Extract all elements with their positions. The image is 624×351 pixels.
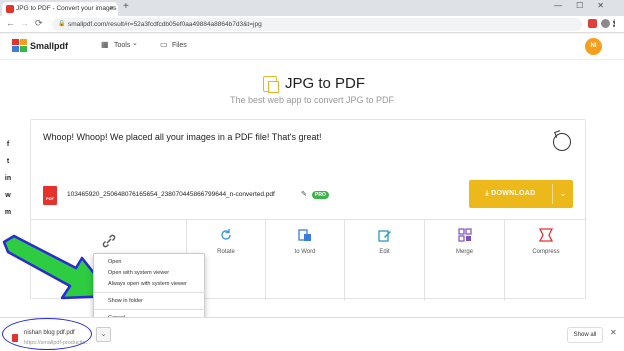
tool-label: Compress — [532, 249, 560, 255]
compress-icon — [539, 228, 553, 242]
menu-item-open-system-viewer[interactable]: Open with system viewer — [108, 270, 169, 276]
tool-merge[interactable]: Merge — [425, 220, 505, 301]
show-all-button[interactable]: Show all — [567, 327, 603, 343]
whatsapp-icon[interactable]: w — [0, 187, 16, 204]
file-name[interactable]: 103465920_250648076165654_23807044586679… — [67, 191, 275, 198]
profile-icon[interactable] — [601, 19, 610, 28]
avatar[interactable]: NI — [585, 38, 602, 55]
tools-chevron-icon[interactable]: ⌄ — [132, 39, 138, 47]
reload-icon[interactable]: ⟳ — [35, 18, 43, 29]
smallpdf-favicon-icon — [6, 5, 14, 13]
browser-tab[interactable]: JPG to PDF - Convert your images × — [2, 2, 118, 16]
new-tab-button[interactable]: + — [123, 1, 129, 12]
menu-item-always-open-system-viewer[interactable]: Always open with system viewer — [108, 281, 187, 287]
download-context-menu: Open Open with system viewer Always open… — [93, 253, 206, 327]
window-controls[interactable]: —☐✕ — [554, 1, 618, 10]
download-menu-chevron-icon[interactable]: ⌄ — [96, 327, 111, 342]
menu-icon[interactable] — [613, 19, 616, 28]
jpg-to-pdf-icon — [263, 76, 279, 93]
lock-icon: 🔒 — [58, 21, 66, 27]
download-button[interactable]: ⤓ DOWNLOAD ⌄ — [469, 180, 573, 208]
download-label: ⤓ DOWNLOAD — [485, 190, 536, 197]
tool-compress[interactable]: Compress — [505, 220, 587, 301]
success-message: Whoop! Whoop! We placed all your images … — [43, 132, 322, 142]
files-icon[interactable]: ▭ — [160, 40, 168, 49]
word-icon — [298, 229, 311, 241]
tool-edit[interactable]: Edit — [345, 220, 425, 301]
menu-divider — [94, 292, 206, 293]
forward-icon[interactable]: → — [20, 18, 29, 28]
twitter-icon[interactable]: t — [0, 153, 16, 170]
url-text: smallpdf.com/result#r=52a3fcdfcdb05ef0aa… — [68, 21, 262, 28]
brave-shield-icon[interactable] — [588, 19, 597, 28]
menu-item-open[interactable]: Open — [108, 259, 121, 265]
back-icon[interactable]: ← — [6, 18, 15, 28]
social-share-bar: f t in w m — [0, 136, 16, 221]
logo-text[interactable]: Smallpdf — [30, 41, 68, 51]
merge-icon — [457, 228, 472, 242]
download-options-chevron-icon[interactable]: ⌄ — [553, 180, 573, 208]
rename-pencil-icon[interactable]: ✎ — [301, 190, 307, 198]
page-subtitle: The best web app to convert JPG to PDF — [229, 95, 395, 105]
restart-icon[interactable] — [553, 133, 571, 151]
facebook-icon[interactable]: f — [0, 136, 16, 153]
tool-to-word[interactable]: to Word — [266, 220, 345, 301]
rotate-icon — [221, 229, 231, 240]
email-icon[interactable]: m — [0, 204, 16, 221]
close-shelf-icon[interactable]: ✕ — [610, 328, 617, 337]
tab-close-icon[interactable]: × — [110, 2, 114, 16]
edit-icon — [377, 230, 391, 242]
page-title: JPG to PDF — [285, 75, 366, 92]
download-shelf: nishan blog pdf.pdf https://smallpdf-pro… — [0, 317, 624, 351]
site-header: Smallpdf ▦ Tools ⌄ ▭ Files NI — [0, 34, 624, 60]
menu-divider — [94, 309, 206, 310]
pdf-file-icon — [43, 186, 57, 205]
menu-item-show-in-folder[interactable]: Show in folder — [108, 298, 143, 304]
address-bar: ← → ⟳ 🔒 smallpdf.com/result#r=52a3fcdfcd… — [0, 16, 624, 33]
linkedin-icon[interactable]: in — [0, 170, 16, 187]
grid-icon[interactable]: ▦ — [101, 40, 109, 49]
url-field[interactable]: 🔒 smallpdf.com/result#r=52a3fcdfcdb05ef0… — [52, 18, 582, 31]
tool-label: to Word — [294, 249, 316, 255]
annotation-highlight-ellipse — [2, 318, 92, 350]
smallpdf-logo-icon[interactable] — [12, 39, 27, 53]
tool-label: Edit — [379, 249, 390, 255]
browser-tab-strip: JPG to PDF - Convert your images × + —☐✕ — [0, 0, 624, 16]
tool-label: Merge — [455, 249, 473, 255]
tools-menu[interactable]: Tools — [114, 42, 130, 49]
tab-title: JPG to PDF - Convert your images — [16, 5, 117, 12]
pro-badge: PRO — [312, 191, 329, 199]
files-link[interactable]: Files — [172, 42, 187, 49]
